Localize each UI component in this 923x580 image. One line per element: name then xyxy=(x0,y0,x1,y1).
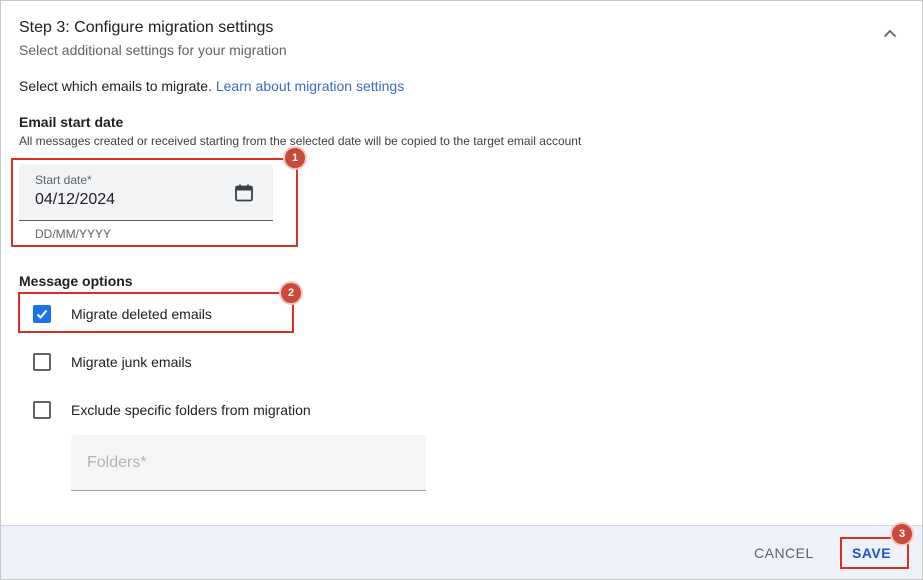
migration-settings-panel: Step 3: Configure migration settings Sel… xyxy=(0,0,923,580)
migrate-junk-checkbox[interactable] xyxy=(33,353,51,371)
folders-placeholder: Folders* xyxy=(87,454,147,471)
annotation-marker-2: 2 xyxy=(281,283,301,303)
folders-input[interactable]: Folders* xyxy=(71,435,426,491)
learn-migration-settings-link[interactable]: Learn about migration settings xyxy=(216,78,404,94)
highlight-box-deleted-emails xyxy=(18,292,294,333)
migrate-junk-row[interactable]: Migrate junk emails xyxy=(33,351,192,373)
annotation-marker-1: 1 xyxy=(285,148,305,168)
annotation-marker-3: 3 xyxy=(892,524,912,544)
email-start-description: All messages created or received startin… xyxy=(19,134,582,148)
collapse-button[interactable] xyxy=(879,23,901,43)
highlight-box-start-date xyxy=(11,158,298,247)
cancel-button[interactable]: CANCEL xyxy=(754,545,814,561)
message-options-heading: Message options xyxy=(19,273,133,289)
intro-label: Select which emails to migrate. xyxy=(19,78,216,94)
chevron-up-icon xyxy=(883,29,897,37)
intro-text: Select which emails to migrate. Learn ab… xyxy=(19,78,404,94)
exclude-folders-row[interactable]: Exclude specific folders from migration xyxy=(33,399,311,421)
email-start-heading: Email start date xyxy=(19,114,124,130)
exclude-folders-checkbox[interactable] xyxy=(33,401,51,419)
migrate-junk-label: Migrate junk emails xyxy=(71,354,192,370)
step-title: Step 3: Configure migration settings xyxy=(19,19,274,36)
step-subtitle: Select additional settings for your migr… xyxy=(19,42,287,58)
exclude-folders-label: Exclude specific folders from migration xyxy=(71,402,311,418)
